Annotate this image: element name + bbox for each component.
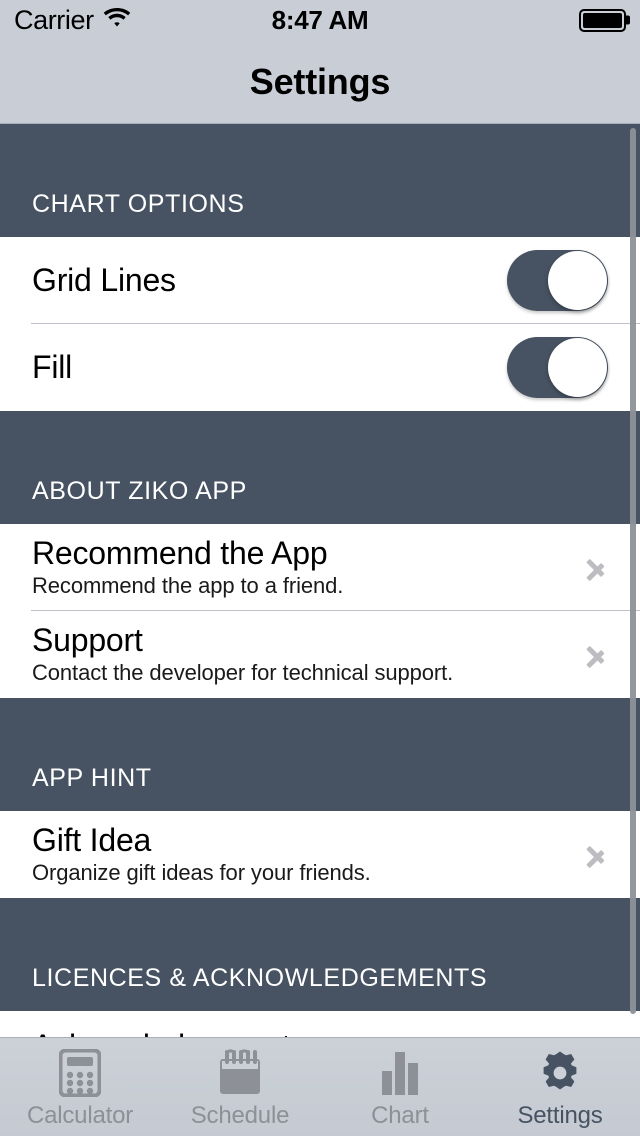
row-title: Recommend the App	[32, 535, 328, 572]
settings-row-gift-idea[interactable]: Gift Idea Organize gift ideas for your f…	[0, 811, 640, 898]
settings-table: CHART OPTIONS Grid Lines Fill ABOUT ZIKO…	[0, 124, 640, 1037]
section-header-chart-options: CHART OPTIONS	[0, 124, 640, 237]
tab-label: Settings	[517, 1102, 603, 1129]
tab-settings[interactable]: Settings	[480, 1038, 640, 1136]
tab-schedule[interactable]: Schedule	[160, 1038, 320, 1136]
row-texts: Fill	[32, 348, 73, 386]
row-title: Gift Idea	[32, 822, 152, 859]
settings-row-recommend-the-app[interactable]: Recommend the App Recommend the app to a…	[0, 524, 640, 611]
row-title: Support	[32, 622, 143, 659]
battery-icon	[579, 8, 630, 32]
status-bar-right	[579, 8, 630, 32]
section-header-label: LICENCES & ACKNOWLEDGEMENTS	[32, 964, 488, 992]
settings-screen: Carrier 8:47 AM Settings CHART OPTIONS G…	[0, 0, 640, 1136]
status-bar: Carrier 8:47 AM	[0, 0, 640, 40]
chevron-right-icon	[586, 636, 608, 674]
gear-icon	[537, 1048, 583, 1098]
row-title: Acknowledgements	[32, 1028, 306, 1037]
tab-calculator[interactable]: Calculator	[0, 1038, 160, 1136]
settings-row-grid-lines[interactable]: Grid Lines	[0, 237, 640, 324]
section-header-label: ABOUT ZIKO APP	[32, 477, 247, 505]
section-header-about-ziko-app: ABOUT ZIKO APP	[0, 411, 640, 524]
bar-chart-icon	[379, 1048, 421, 1098]
row-title: Fill	[32, 348, 73, 385]
row-texts: Grid Lines	[32, 261, 176, 299]
navigation-bar: Carrier 8:47 AM Settings	[0, 0, 640, 124]
settings-row-fill[interactable]: Fill	[0, 324, 640, 411]
settings-table-scroll[interactable]: CHART OPTIONS Grid Lines Fill ABOUT ZIKO…	[0, 124, 640, 1037]
tab-bar: Calculator Schedule Chart Settings	[0, 1037, 640, 1136]
tab-label: Chart	[371, 1102, 429, 1129]
toggle-knob	[548, 251, 607, 310]
battery-cap	[626, 15, 630, 25]
section-header-label: APP HINT	[32, 764, 152, 792]
wifi-icon	[103, 7, 131, 34]
section-header-label: CHART OPTIONS	[32, 190, 245, 218]
row-subtitle: Recommend the app to a friend.	[32, 573, 344, 599]
battery-level-fill	[583, 12, 622, 28]
tab-label: Schedule	[190, 1102, 290, 1129]
tab-label: Calculator	[26, 1102, 134, 1129]
row-texts: Gift Idea Organize gift ideas for your f…	[32, 823, 371, 885]
row-subtitle: Organize gift ideas for your friends.	[32, 860, 371, 886]
chevron-right-icon	[586, 836, 608, 874]
fill-toggle[interactable]	[507, 337, 608, 398]
section-header-app-hint: APP HINT	[0, 698, 640, 811]
row-texts: Acknowledgements	[32, 1028, 306, 1037]
chevron-right-icon	[586, 1028, 608, 1037]
row-texts: Recommend the App Recommend the app to a…	[32, 536, 343, 598]
row-subtitle: Contact the developer for technical supp…	[32, 660, 454, 686]
calculator-icon	[59, 1048, 101, 1098]
carrier-label: Carrier	[14, 4, 94, 35]
page-title: Settings	[249, 61, 391, 102]
tab-chart[interactable]: Chart	[320, 1038, 480, 1136]
section-header-licences-acknowledgements: LICENCES & ACKNOWLEDGEMENTS	[0, 898, 640, 1011]
row-texts: Support Contact the developer for techni…	[32, 623, 453, 685]
row-title: Grid Lines	[32, 261, 176, 298]
grid-lines-toggle[interactable]	[507, 250, 608, 311]
toggle-knob	[548, 338, 607, 397]
status-bar-left: Carrier	[14, 5, 131, 36]
vertical-scrollbar[interactable]	[630, 128, 636, 1014]
chevron-right-icon	[586, 549, 608, 587]
settings-row-acknowledgements[interactable]: Acknowledgements	[0, 1011, 640, 1037]
calendar-icon	[217, 1048, 263, 1098]
settings-row-support[interactable]: Support Contact the developer for techni…	[0, 611, 640, 698]
